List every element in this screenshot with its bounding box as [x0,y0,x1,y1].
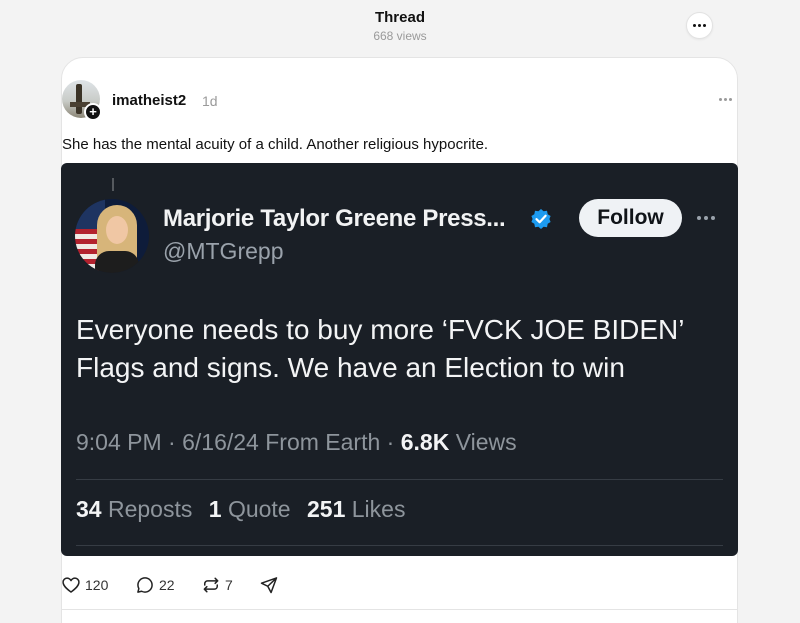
tweet-divider-bottom [76,545,723,546]
thread-connector [112,178,114,191]
post-bottom-divider [61,609,738,610]
tweet-reposts-count: 34 [76,496,102,522]
comment-button[interactable]: 22 [135,575,175,595]
post-caption: She has the mental acuity of a child. An… [62,136,489,153]
tweet-reposts-label: Reposts [107,496,193,522]
more-icon [693,24,706,27]
tweet-avatar [75,199,149,273]
thread-views: 668 views [373,29,427,43]
share-icon [260,577,278,594]
tweet-text: Everyone needs to buy more ‘FVCK JOE BID… [76,314,684,383]
comment-count: 22 [159,577,175,593]
comment-icon [137,577,153,593]
thread-more-button[interactable] [686,12,713,39]
tweet-views-label: Views [455,429,517,455]
tweet-views-count: 6.8K [400,429,450,455]
tweet-quotes-label: Quote [227,496,291,522]
follow-plus-icon[interactable]: + [84,103,102,121]
tweet-source: From Earth [265,429,381,455]
tweet-date: 6/16/24 [182,429,259,455]
embedded-tweet-image[interactable]: Marjorie Taylor Greene Press... @MTGrepp… [61,163,738,556]
repost-count: 7 [225,577,233,593]
repost-icon [203,577,219,593]
heart-icon [62,577,80,593]
like-button[interactable]: 120 [61,575,108,595]
repost-button[interactable]: 7 [201,575,233,595]
tweet-time: 9:04 PM [76,429,162,455]
tweet-divider [76,479,723,480]
share-button[interactable] [259,575,279,595]
tweet-follow-button: Follow [579,199,682,237]
post-time: 1d [202,93,218,109]
tweet-more-icon [697,216,715,220]
post-more-icon[interactable] [719,98,732,101]
post-username[interactable]: imatheist2 [112,92,186,109]
thread-title: Thread [374,9,425,26]
tweet-author-name: Marjorie Taylor Greene Press... [163,205,506,232]
tweet-quotes-count: 1 [208,496,222,522]
verified-icon [531,209,551,229]
tweet-stats: 34 Reposts 1 Quote 251 Likes [76,496,405,523]
tweet-meta: 9:04 PM · 6/16/24 From Earth · 6.8K View… [76,429,517,455]
tweet-likes-count: 251 [306,496,346,522]
tweet-likes-label: Likes [351,496,406,522]
like-count: 120 [85,577,109,593]
tweet-author-handle: @MTGrepp [163,238,284,264]
